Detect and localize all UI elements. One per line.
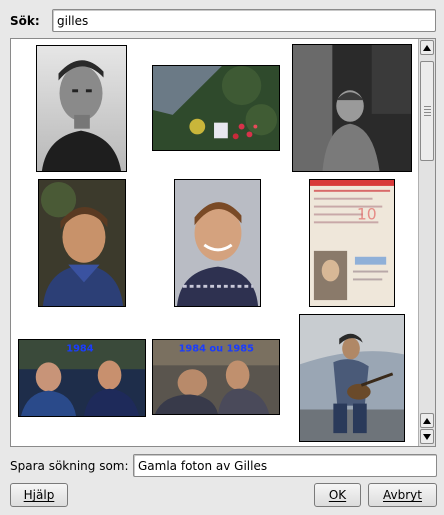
arrow-down-icon — [423, 433, 431, 440]
overlay-years-label: 1984 ou 1985 — [179, 344, 255, 355]
photo-icon — [153, 66, 279, 150]
save-search-label: Spara sökning som: — [10, 459, 129, 473]
thumb-child-bw[interactable] — [292, 44, 412, 172]
help-button[interactable]: Hjälp — [10, 483, 68, 507]
scroll-up-button[interactable] — [420, 40, 434, 55]
arrow-up-icon — [423, 417, 431, 424]
help-button-label: Hjälp — [23, 488, 55, 502]
cancel-button-label: Avbryt — [383, 488, 422, 502]
search-input[interactable] — [52, 9, 436, 32]
photo-icon — [300, 315, 404, 441]
thumb-passport-portrait[interactable] — [36, 45, 127, 172]
photo-icon: 10 — [310, 180, 394, 306]
overlay-year-label: 1984 — [66, 344, 94, 355]
photo-icon: 1984 ou 1985 — [153, 340, 279, 414]
thumb-two-boys-1984[interactable]: 1984 — [18, 339, 146, 417]
ok-button[interactable]: OK — [314, 483, 361, 507]
search-label: Sök: — [10, 14, 40, 28]
arrow-up-icon — [423, 44, 431, 51]
thumb-garden-aerial[interactable] — [152, 65, 280, 151]
scroll-down-button[interactable] — [420, 429, 434, 444]
photo-icon — [175, 180, 260, 306]
results-panel[interactable]: 10 1984 1984 ou 1985 — [10, 38, 436, 447]
scroll-thumb[interactable] — [420, 61, 434, 161]
save-search-input[interactable] — [133, 454, 437, 477]
results-scrollbar[interactable] — [418, 39, 435, 446]
thumb-boy-blue-shirt[interactable] — [38, 179, 126, 307]
cancel-button[interactable]: Avbryt — [368, 483, 437, 507]
svg-text:10: 10 — [357, 204, 377, 223]
photo-icon — [293, 45, 411, 171]
thumb-boy-sweater[interactable] — [174, 179, 261, 307]
ok-button-label: OK — [328, 488, 347, 502]
photo-icon: 1984 — [19, 340, 145, 416]
photo-icon — [39, 180, 125, 306]
scroll-up-button-lower[interactable] — [420, 413, 434, 428]
photo-icon — [37, 46, 126, 171]
thumb-guitar-player[interactable] — [299, 314, 405, 442]
thumb-two-boys-1984-1985[interactable]: 1984 ou 1985 — [152, 339, 280, 415]
thumb-id-card[interactable]: 10 — [309, 179, 395, 307]
